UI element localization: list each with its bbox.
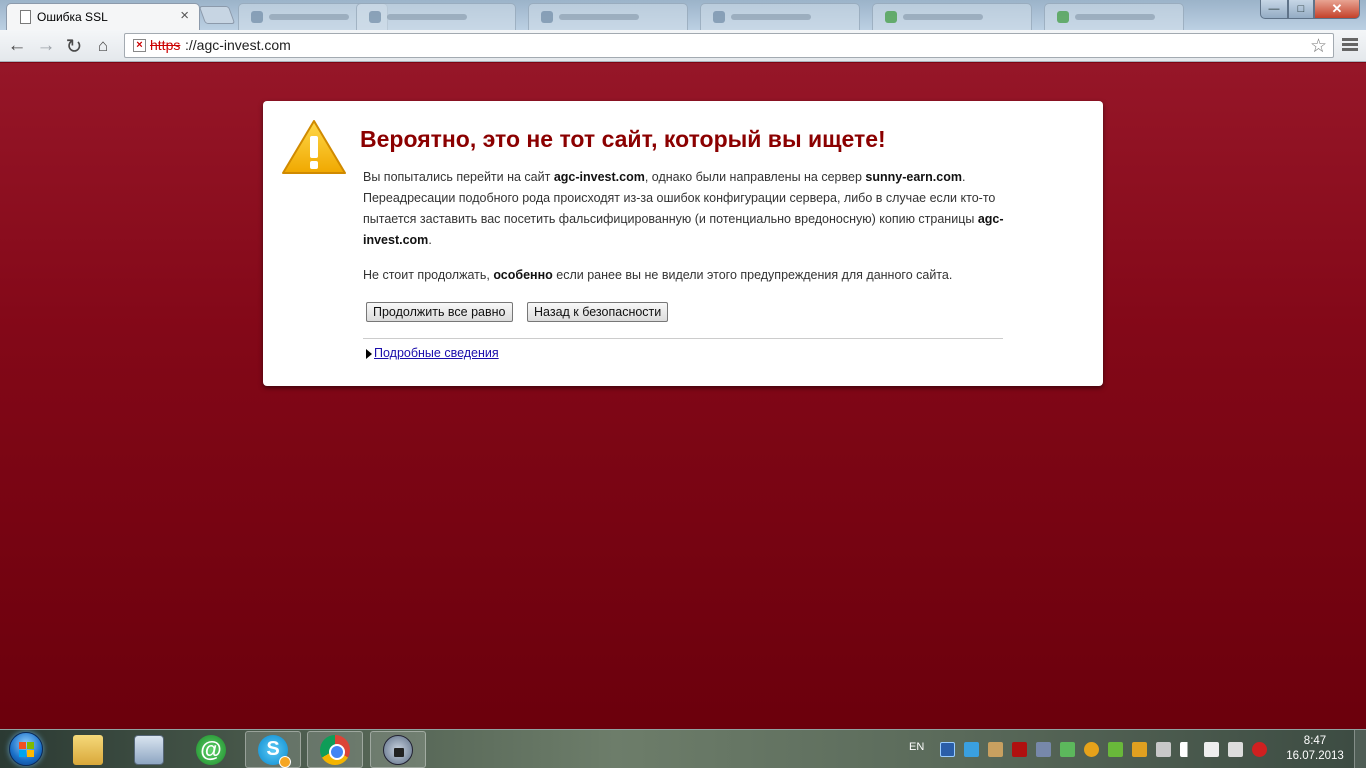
proceed-anyway-button[interactable]: Продолжить все равно [366, 302, 513, 322]
error-message: Вы попытались перейти на сайт agc-invest… [363, 167, 1008, 251]
message-text: . [428, 233, 432, 247]
back-button[interactable]: ← [4, 33, 30, 59]
address-bar[interactable]: × https ://agc-invest.com ☆ [124, 33, 1334, 58]
tab-ssl-error[interactable]: Ошибка SSL × [6, 3, 200, 30]
tray-app-icon[interactable] [1108, 742, 1123, 757]
dropbox-icon[interactable] [964, 742, 979, 757]
taskbar-explorer[interactable] [60, 731, 116, 768]
reload-button[interactable]: ↻ [61, 33, 87, 59]
maximize-button[interactable]: □ [1288, 0, 1314, 19]
home-button[interactable]: ⌂ [90, 33, 116, 59]
tab-title-blurred [903, 14, 983, 20]
tab-favicon-icon [713, 11, 725, 23]
start-button[interactable] [2, 731, 50, 767]
page-content: Вероятно, это не тот сайт, который вы ищ… [0, 63, 1366, 729]
clock-date: 16.07.2013 [1286, 750, 1344, 762]
menu-button[interactable] [1340, 36, 1360, 56]
message-text: , однако были направлены на сервер [644, 170, 866, 184]
tab-favicon-icon [541, 11, 553, 23]
punto-switcher-icon[interactable] [1012, 742, 1027, 757]
page-icon [20, 10, 31, 24]
window-controls: — □ ✕ [1260, 0, 1360, 19]
taskbar-skype[interactable]: S [245, 731, 301, 768]
bookmark-star-icon[interactable]: ☆ [1310, 35, 1327, 58]
advice-text: если ранее вы не видели этого предупрежд… [552, 268, 953, 282]
tab-favicon-icon [1057, 11, 1069, 23]
close-window-button[interactable]: ✕ [1314, 0, 1360, 19]
tab-title-blurred [731, 14, 811, 20]
expand-arrow-icon[interactable] [366, 349, 372, 359]
taskbar-mail-agent[interactable]: @ [183, 731, 239, 768]
tab-favicon-icon [885, 11, 897, 23]
menu-bar-icon [1342, 43, 1358, 46]
windows-logo-icon [9, 732, 43, 766]
tab-close-icon[interactable]: × [180, 7, 189, 24]
background-tab[interactable] [700, 3, 860, 30]
background-tab[interactable] [1044, 3, 1184, 30]
ssl-error-icon[interactable]: × [133, 39, 146, 52]
skype-letter: S [266, 738, 280, 760]
network-signal-icon[interactable] [1180, 742, 1195, 757]
update-icon[interactable] [1084, 742, 1099, 757]
advice-message: Не стоит продолжать, особенно если ранее… [363, 265, 1008, 286]
speaker-icon[interactable] [988, 742, 1003, 757]
back-to-safety-button[interactable]: Назад к безопасности [527, 302, 669, 322]
tray-app-icon[interactable] [1132, 742, 1147, 757]
divider [363, 338, 1003, 339]
ssl-error-box: Вероятно, это не тот сайт, который вы ищ… [263, 101, 1103, 386]
error-title: Вероятно, это не тот сайт, который вы ищ… [360, 126, 886, 152]
folder-icon [73, 734, 103, 765]
message-text: Вы попытались перейти на сайт [363, 170, 554, 184]
action-center-flag-icon[interactable] [1204, 742, 1219, 757]
tab-favicon-icon [369, 11, 381, 23]
warning-icon [282, 120, 346, 174]
tray-lock-icon[interactable] [940, 742, 955, 757]
tab-strip: Ошибка SSL × — □ ✕ [0, 0, 1366, 30]
tab-title-blurred [1075, 14, 1155, 20]
menu-bar-icon [1342, 48, 1358, 51]
security-icon[interactable] [1060, 742, 1075, 757]
advice-text: Не стоит продолжать, [363, 268, 494, 282]
browser-toolbar: ← → ↻ ⌂ × https ://agc-invest.com ☆ [0, 30, 1366, 62]
details-link[interactable]: Подробные сведения [374, 346, 499, 360]
mail-agent-icon: @ [196, 734, 226, 765]
new-tab-button[interactable] [198, 6, 236, 24]
notification-badge-icon [279, 755, 291, 768]
requested-site: agc-invest.com [553, 170, 645, 184]
taskbar-calculator[interactable] [121, 731, 177, 768]
usb-eject-icon[interactable] [1228, 742, 1243, 757]
skype-icon: S [258, 734, 291, 768]
minimize-button[interactable]: — [1260, 0, 1288, 19]
actual-server: sunny-earn.com [865, 170, 962, 184]
show-desktop-button[interactable] [1354, 730, 1366, 768]
forward-button[interactable]: → [33, 33, 59, 59]
language-indicator[interactable]: EN [909, 741, 924, 753]
tab-title-blurred [269, 14, 349, 20]
tab-title-blurred [559, 14, 639, 20]
calculator-icon [134, 734, 164, 765]
tab-title-blurred [387, 14, 467, 20]
antivirus-icon[interactable] [1252, 742, 1267, 757]
clock[interactable]: 8:47 16.07.2013 [1280, 734, 1350, 764]
taskbar-chrome[interactable] [307, 731, 363, 768]
tab-title: Ошибка SSL [37, 10, 108, 24]
volume-icon[interactable] [1156, 742, 1171, 757]
tab-favicon-icon [251, 11, 263, 23]
advice-emphasis: особенно [493, 268, 553, 282]
background-tab[interactable] [528, 3, 688, 30]
background-tab[interactable] [872, 3, 1032, 30]
clock-time: 8:47 [1303, 735, 1327, 747]
display-icon[interactable] [1036, 742, 1051, 757]
chrome-icon [320, 734, 350, 765]
menu-bar-icon [1342, 38, 1358, 41]
url-scheme: https [150, 37, 181, 53]
lock-icon [383, 734, 413, 765]
taskbar: @ S EN 8:47 16.07.2013 [0, 729, 1366, 768]
taskbar-keepass[interactable] [370, 731, 426, 768]
background-tab[interactable] [356, 3, 516, 30]
url-host: ://agc-invest.com [185, 37, 291, 53]
